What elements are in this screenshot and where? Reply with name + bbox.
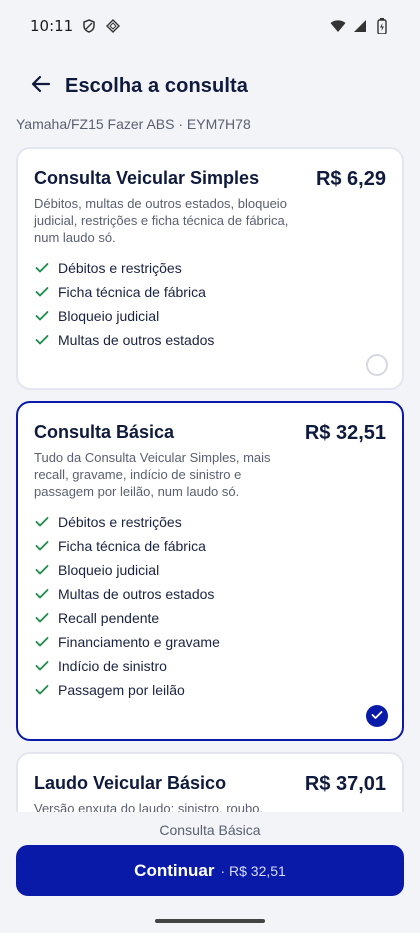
vehicle-info: Yamaha/FZ15 Fazer ABS · EYM7H78 <box>16 116 251 132</box>
check-icon <box>34 634 50 650</box>
feature-label: Ficha técnica de fábrica <box>58 538 206 554</box>
option-name: Laudo Veicular Básico <box>34 773 227 793</box>
feature-label: Passagem por leilão <box>58 682 185 698</box>
option-price: R$ 6,29 <box>315 168 386 190</box>
app-header: Escolha a consulta <box>0 66 420 106</box>
radio-unselected[interactable] <box>366 354 388 376</box>
feature-item: Ficha técnica de fábrica <box>34 534 386 558</box>
check-icon <box>34 308 50 324</box>
option-description: Débitos, multas de outros estados, bloqu… <box>34 196 289 245</box>
feature-item: Indício de sinistro <box>34 654 386 678</box>
feature-label: Multas de outros estados <box>58 586 215 602</box>
check-icon <box>34 610 50 626</box>
option-price: R$ 32,51 <box>304 422 386 444</box>
checkmark-icon <box>371 707 383 725</box>
back-button[interactable] <box>22 67 60 105</box>
bottom-bar: Consulta Básica Continuar · R$ 32,51 <box>0 812 420 933</box>
feature-label: Multas de outros estados <box>58 332 215 348</box>
radio-selected[interactable] <box>366 705 388 727</box>
feature-item: Bloqueio judicial <box>34 558 386 582</box>
continue-label: Continuar <box>134 860 215 880</box>
feature-item: Ficha técnica de fábrica <box>34 280 386 304</box>
check-icon <box>34 260 50 276</box>
battery-icon <box>374 18 390 34</box>
status-right <box>330 18 390 34</box>
home-indicator[interactable] <box>155 919 265 923</box>
feature-item: Débitos e restrições <box>34 256 386 280</box>
option-price: R$ 37,01 <box>304 773 386 795</box>
page-title: Escolha a consulta <box>65 74 248 97</box>
feature-item: Bloqueio judicial <box>34 304 386 328</box>
arrow-left-icon <box>31 75 51 98</box>
feature-list: Débitos e restrições Ficha técnica de fá… <box>34 510 386 702</box>
option-name: Consulta Básica <box>34 422 175 442</box>
check-icon <box>34 658 50 674</box>
check-icon <box>34 514 50 530</box>
feature-item: Financiamento e gravame <box>34 630 386 654</box>
feature-item: Recall pendente <box>34 606 386 630</box>
option-card-simples[interactable]: Consulta Veicular Simples R$ 6,29 Débito… <box>16 147 404 390</box>
feature-label: Ficha técnica de fábrica <box>58 284 206 300</box>
shield-icon <box>81 18 97 34</box>
continue-button[interactable]: Continuar · R$ 32,51 <box>16 845 404 896</box>
option-description: Tudo da Consulta Veicular Simples, mais … <box>34 450 271 499</box>
selected-summary: Consulta Básica <box>159 822 261 838</box>
check-icon <box>34 284 50 300</box>
status-time: 10:11 <box>30 17 74 35</box>
feature-item: Multas de outros estados <box>34 328 386 352</box>
check-icon <box>34 682 50 698</box>
feature-item: Passagem por leilão <box>34 678 386 702</box>
status-bar: 10:11 <box>0 0 420 52</box>
feature-label: Débitos e restrições <box>58 514 182 530</box>
wifi-icon <box>330 18 346 34</box>
status-left: 10:11 <box>30 17 121 35</box>
feature-label: Indício de sinistro <box>58 658 167 674</box>
check-icon <box>34 586 50 602</box>
feature-label: Bloqueio judicial <box>58 562 160 578</box>
check-icon <box>34 562 50 578</box>
feature-label: Financiamento e gravame <box>58 634 220 650</box>
signal-icon <box>352 18 368 34</box>
check-icon <box>34 538 50 554</box>
feature-list: Débitos e restrições Ficha técnica de fá… <box>34 256 386 352</box>
check-icon <box>34 332 50 348</box>
continue-price: · R$ 32,51 <box>220 862 286 879</box>
feature-label: Débitos e restrições <box>58 260 182 276</box>
option-card-basica[interactable]: Consulta Básica R$ 32,51 Tudo da Consult… <box>16 401 404 741</box>
feature-label: Recall pendente <box>58 610 160 626</box>
option-name: Consulta Veicular Simples <box>34 168 260 188</box>
feature-label: Bloqueio judicial <box>58 308 160 324</box>
diamond-icon <box>105 18 121 34</box>
feature-item: Multas de outros estados <box>34 582 386 606</box>
feature-item: Débitos e restrições <box>34 510 386 534</box>
